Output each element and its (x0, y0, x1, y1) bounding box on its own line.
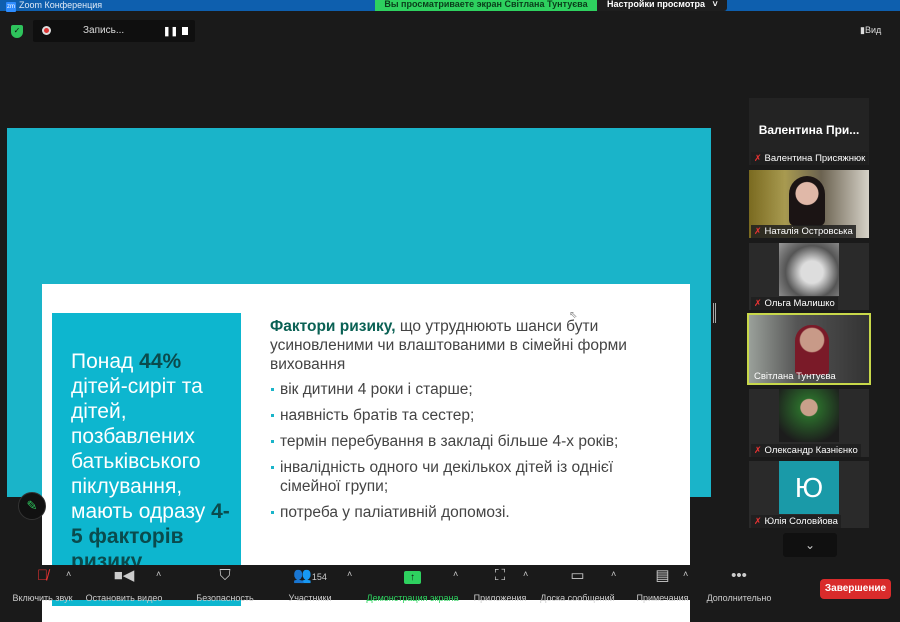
participants-label: Участники (288, 593, 332, 603)
security-button[interactable]: ⛉ Безопасность (190, 565, 260, 603)
participant-name: Валентина Присяжнюк (764, 153, 866, 164)
view-button[interactable]: ▮Вид (860, 25, 881, 36)
mic-muted-icon: ✗ (754, 226, 762, 236)
annotate-pencil-button[interactable]: ✎ (18, 492, 46, 520)
participant-tile[interactable]: ✗ Олександр Казнієнко (749, 389, 869, 457)
encryption-shield-icon[interactable]: ✓ (11, 25, 23, 38)
screen-share-banner: Вы просматриваете экран Світлана Тунтуєв… (375, 0, 597, 11)
slide-highlight-box: Понад 44% дітей-сиріт та дітей, позбавле… (52, 313, 241, 606)
participant-video (789, 176, 825, 226)
list-item: інвалідність одного чи декількох дітей і… (270, 458, 670, 496)
video-camera-icon: ■◀ (113, 567, 135, 584)
participant-name-tag: ✗ Валентина Присяжнюк (751, 152, 869, 165)
participant-name-tag: ✗ Ольга Малишко (751, 297, 838, 310)
share-label: Демонстрация экрана (366, 593, 459, 603)
meeting-toolbar: 🎙̸ Включить звук ˄ ■◀ Остановить видео ˄ ⛉… (0, 565, 900, 603)
participant-photo (779, 243, 839, 296)
participants-button[interactable]: 👥154 Участники (280, 565, 340, 603)
whiteboard-options-caret[interactable]: ˄ (611, 569, 616, 579)
unmute-label: Включить звук (12, 593, 73, 603)
panel-resize-handle[interactable] (713, 303, 716, 323)
participant-name: Олександр Казнієнко (764, 445, 858, 456)
more-button[interactable]: ••• Дополнительно (703, 565, 775, 603)
participant-tile[interactable]: Валентина При... ✗ Валентина Присяжнюк (749, 98, 869, 165)
participant-name: Ольга Малишко (764, 298, 835, 309)
participants-icon: 👥154 (293, 567, 327, 584)
share-screen-button[interactable]: ↑ Демонстрация экрана (365, 565, 460, 603)
list-item: потреба у паліативній допомозі. (270, 503, 670, 522)
view-settings-button[interactable]: Настройки просмотра ˅ (597, 0, 727, 11)
end-meeting-button[interactable]: Завершение (820, 579, 891, 599)
view-label: Вид (864, 25, 882, 35)
risk-factor-list: вік дитини 4 роки і старше; наявність бр… (270, 380, 670, 522)
participant-name-tag: ✗ Юлія Соловйова (751, 515, 841, 528)
notes-label: Примечания (636, 593, 689, 603)
audio-options-caret[interactable]: ˄ (66, 569, 71, 579)
participants-count: 154 (311, 572, 327, 582)
apps-label: Приложения (473, 593, 527, 603)
pause-recording-icon[interactable]: ❚❚ (163, 26, 178, 37)
highlight-text: дітей-сиріт та дітей, позбавлених батькі… (71, 375, 212, 523)
apps-button[interactable]: ⛶ Приложения (470, 565, 530, 603)
highlight-percent: 44% (139, 350, 182, 373)
participant-tile[interactable]: ✗ Ольга Малишко (749, 243, 869, 310)
list-item: термін перебування в закладі більше 4-х … (270, 432, 670, 451)
list-item: наявність братів та сестер; (270, 406, 670, 425)
participant-name: Наталія Островська (764, 226, 853, 237)
participant-photo (779, 389, 839, 442)
mic-muted-icon: ✗ (754, 445, 762, 455)
video-options-caret[interactable]: ˄ (156, 569, 161, 579)
whiteboard-button[interactable]: ▭ Доска сообщений (540, 565, 615, 603)
list-item: вік дитини 4 роки і старше; (270, 380, 670, 399)
participant-name-tag: Світлана Тунтуєва (751, 370, 839, 383)
participants-options-caret[interactable]: ˄ (347, 569, 352, 579)
chevron-down-icon: ˅ (707, 0, 718, 9)
stop-recording-icon[interactable] (182, 27, 188, 35)
participant-tile[interactable]: Ю ✗ Юлія Соловйова (749, 461, 869, 528)
participant-name-tag: ✗ Наталія Островська (751, 225, 856, 238)
apps-icon: ⛶ (494, 567, 506, 584)
mic-muted-icon: ✗ (754, 516, 762, 526)
highlight-text: Понад (71, 350, 140, 373)
slide-content: Фактори ризику, що утруднюють шанси бути… (270, 317, 670, 529)
mic-muted-icon: ✗ (754, 298, 762, 308)
participant-name: Юлія Соловйова (764, 516, 838, 527)
video-label: Остановить видео (85, 593, 163, 603)
participant-tile-active-speaker[interactable]: Світлана Тунтуєва (747, 313, 871, 385)
more-label: Дополнительно (706, 593, 772, 603)
mouse-cursor-icon: ⇖ (569, 310, 578, 321)
window-title: Zoom Конференция (19, 0, 103, 10)
pencil-icon: ✎ (26, 498, 38, 513)
scroll-participants-down-button[interactable]: ⌄ (783, 533, 837, 557)
view-settings-label: Настройки просмотра (607, 0, 706, 9)
share-options-caret[interactable]: ˄ (453, 569, 458, 579)
mic-muted-icon: ✗ (754, 153, 762, 163)
slide-heading: Фактори ризику, що утруднюють шанси бути… (270, 317, 670, 374)
participant-name: Світлана Тунтуєва (754, 371, 836, 382)
record-icon (42, 26, 51, 35)
security-shield-icon: ⛉ (219, 567, 231, 584)
notes-options-caret[interactable]: ˄ (683, 569, 688, 579)
apps-options-caret[interactable]: ˄ (523, 569, 528, 579)
recording-bar: Запись... ❚❚ (33, 20, 195, 42)
participant-display-name: Валентина При... (758, 123, 860, 137)
recording-label: Запись... (83, 25, 125, 36)
stop-video-button[interactable]: ■◀ Остановить видео (85, 565, 163, 603)
chevron-down-icon: ⌄ (804, 538, 816, 552)
whiteboard-icon: ▭ (570, 567, 585, 584)
share-screen-icon: ↑ (365, 565, 460, 587)
whiteboard-label: Доска сообщений (540, 593, 615, 603)
heading-bold: Фактори ризику, (270, 318, 396, 335)
participant-avatar: Ю (779, 461, 839, 514)
zoom-logo-icon: zm (6, 2, 16, 12)
more-dots-icon: ••• (731, 567, 747, 584)
shared-screen: Понад 44% дітей-сиріт та дітей, позбавле… (7, 128, 711, 622)
participant-video (795, 325, 829, 375)
participant-name-tag: ✗ Олександр Казнієнко (751, 444, 861, 457)
participant-tile[interactable]: ✗ Наталія Островська (749, 170, 869, 238)
security-label: Безопасность (196, 593, 254, 603)
